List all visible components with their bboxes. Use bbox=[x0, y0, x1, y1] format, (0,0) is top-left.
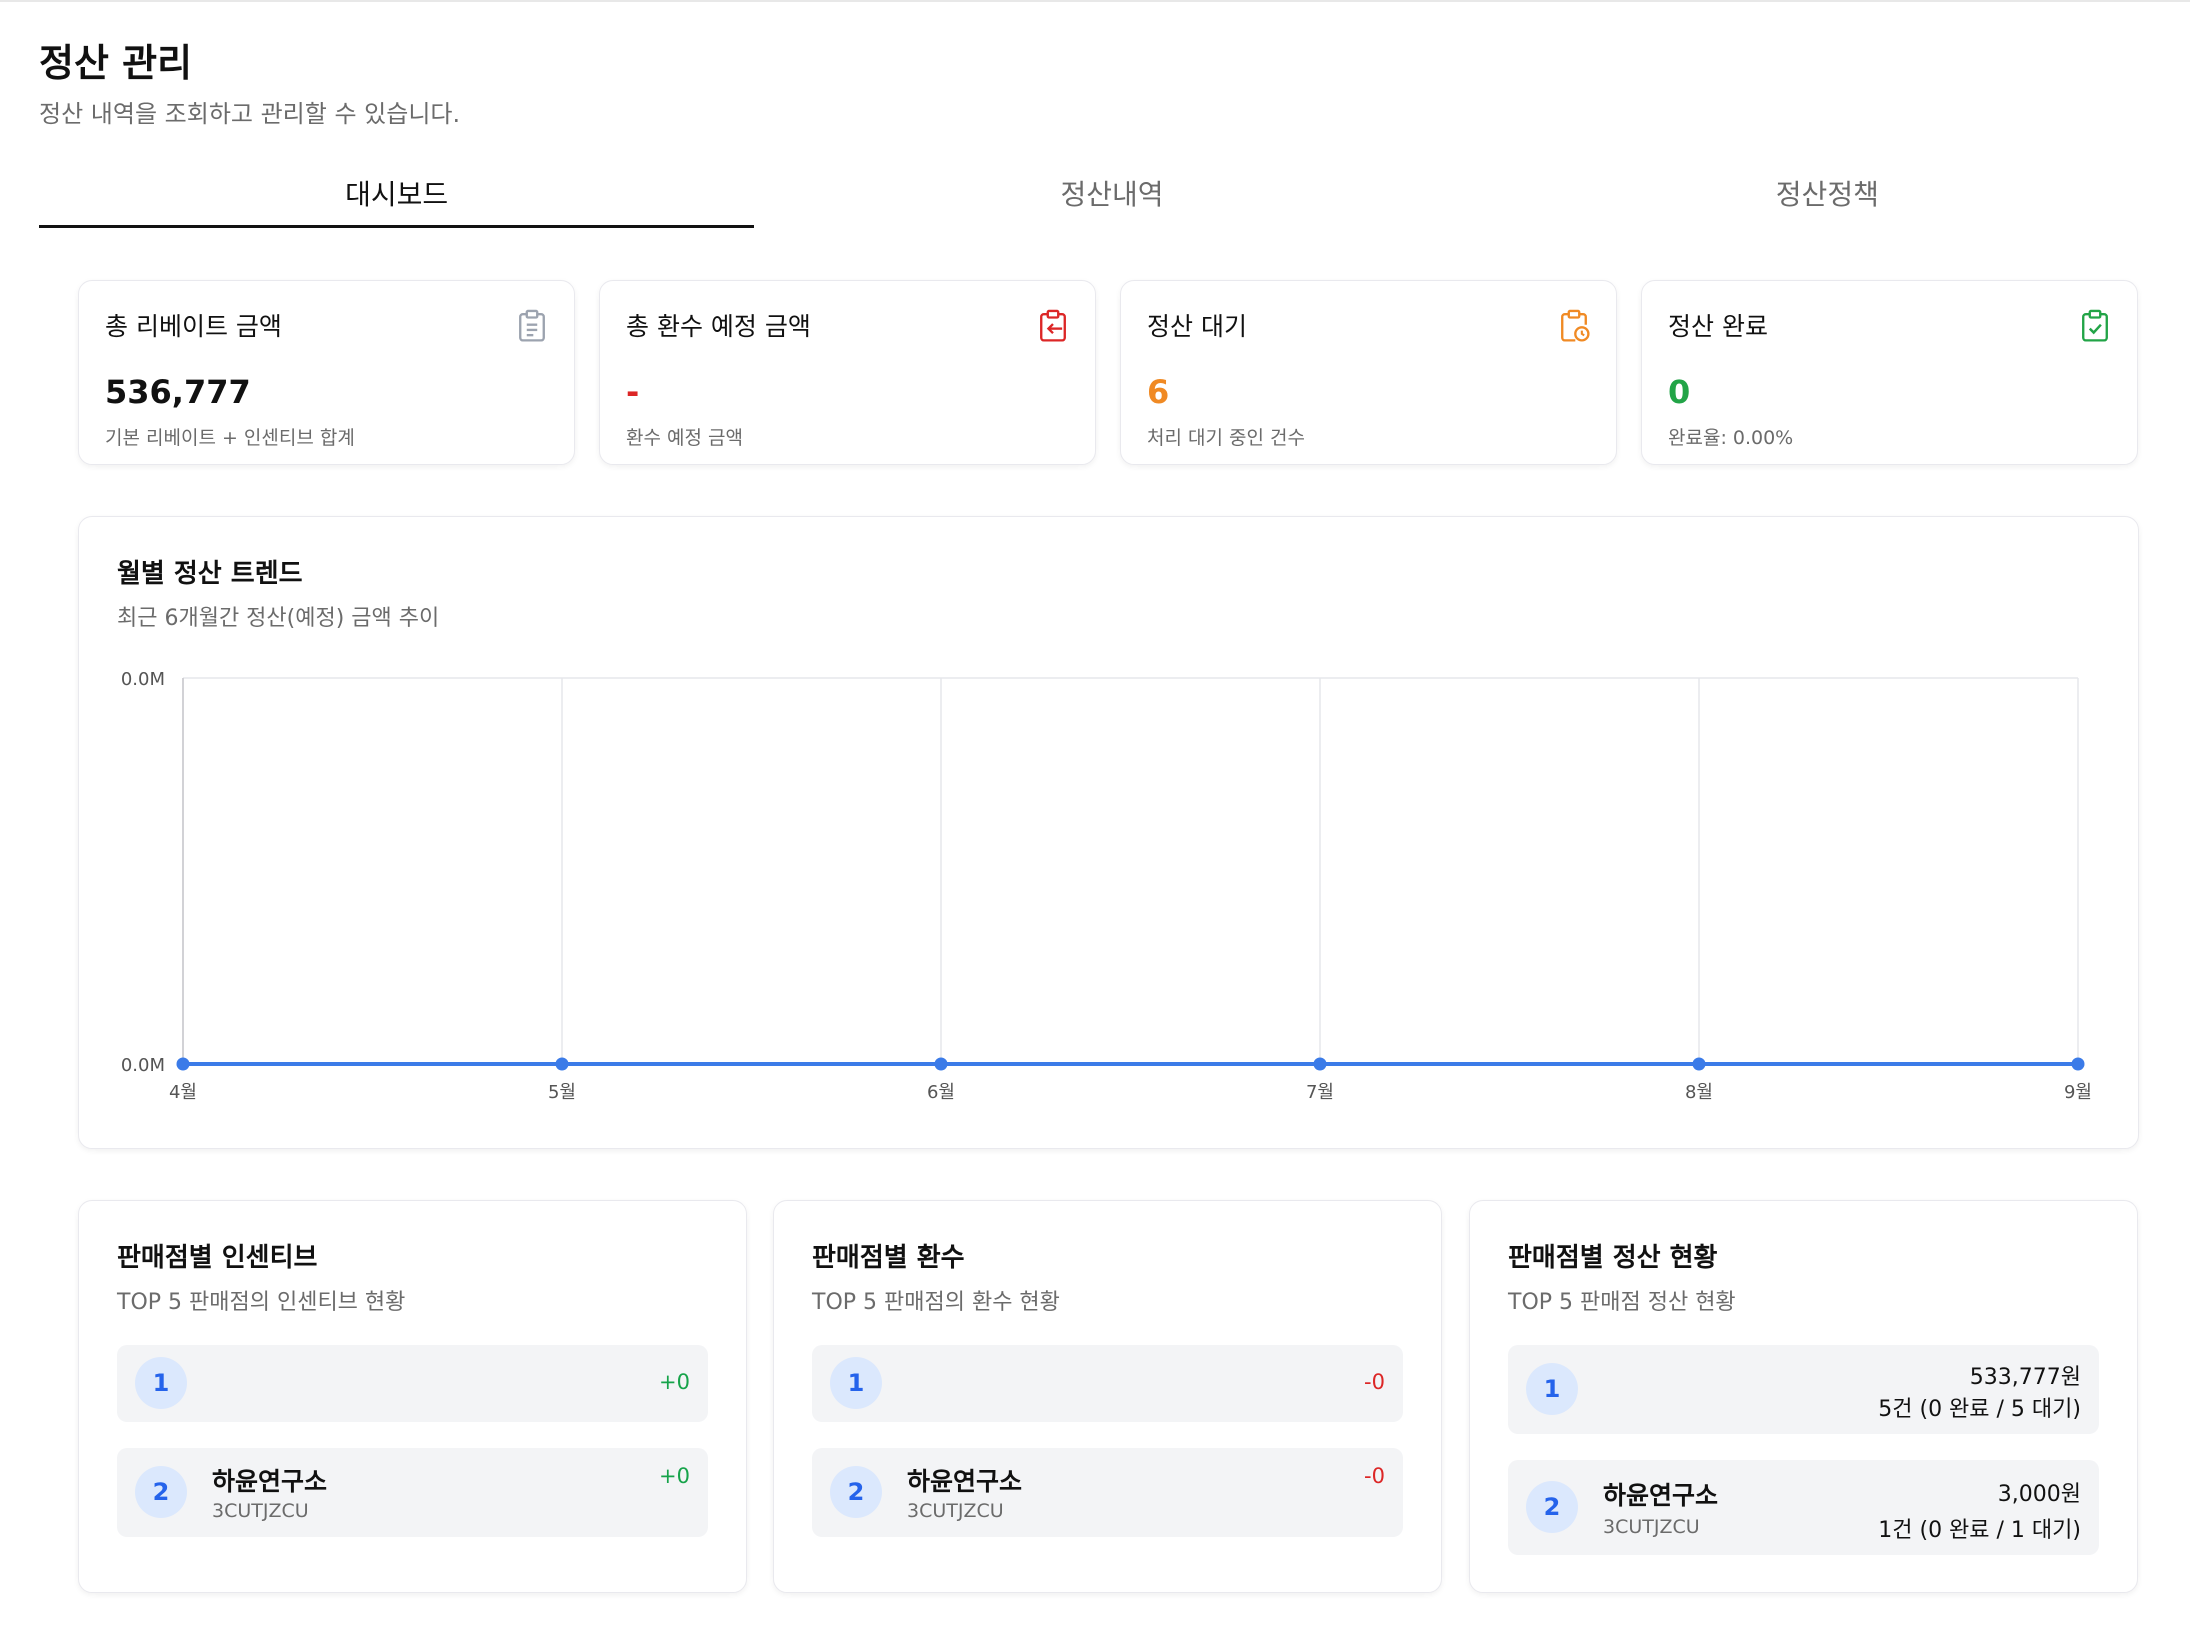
trend-line-chart: 0.0M0.0M4월 5월 6월 7월 8월 9월 bbox=[121, 669, 2092, 1103]
list-item[interactable]: 2 하윤연구소 3CUTJZCU +0 bbox=[117, 1448, 708, 1537]
stat-card-pending: 정산 대기 6 처리 대기 중인 건수 bbox=[1120, 280, 1617, 465]
tab-settlement-policy[interactable]: 정산정책 bbox=[1470, 170, 2185, 228]
data-point bbox=[934, 1057, 948, 1071]
list-item[interactable]: 1 -0 bbox=[812, 1345, 1403, 1422]
store-incentive-panel: 판매점별 인센티브 TOP 5 판매점의 인센티브 현황 1 +0 2 하윤연구… bbox=[78, 1200, 747, 1593]
tab-settlement-history[interactable]: 정산내역 bbox=[754, 170, 1469, 228]
stat-card-total-rebate: 총 리베이트 금액 536,777 기본 리베이트 + 인센티브 합계 bbox=[78, 280, 575, 465]
stat-description: 처리 대기 중인 건수 bbox=[1147, 427, 1305, 449]
rank-badge: 1 bbox=[830, 1357, 882, 1409]
x-tick-label: 4월 bbox=[169, 1082, 197, 1103]
data-point bbox=[1313, 1057, 1327, 1071]
rank-badge: 2 bbox=[135, 1466, 187, 1518]
clipboard-clock-icon bbox=[1561, 309, 1590, 342]
stat-description: 기본 리베이트 + 인센티브 합계 bbox=[105, 427, 355, 449]
data-point bbox=[555, 1057, 569, 1071]
stat-label: 총 리베이트 금액 bbox=[105, 312, 282, 341]
y-tick-label: 0.0M bbox=[121, 669, 165, 690]
list-item[interactable]: 2 하윤연구소 3CUTJZCU 3,000원 1건 (0 완료 / 1 대기) bbox=[1508, 1460, 2099, 1555]
stat-value: 0 bbox=[1668, 373, 1691, 411]
store-name: 하윤연구소 bbox=[1603, 1481, 1719, 1510]
settlement-amount: 3,000원 bbox=[1997, 1482, 2081, 1507]
stat-label: 정산 완료 bbox=[1668, 312, 1768, 341]
page-subtitle: 정산 내역을 조회하고 관리할 수 있습니다. bbox=[39, 100, 461, 128]
data-point bbox=[1692, 1057, 1706, 1071]
stat-card-completed: 정산 완료 0 완료율: 0.00% bbox=[1641, 280, 2138, 465]
x-tick-label: 7월 bbox=[1306, 1082, 1334, 1103]
rank-badge: 2 bbox=[1526, 1481, 1578, 1533]
data-point bbox=[2071, 1057, 2085, 1071]
settlement-amount: 533,777원 bbox=[1969, 1365, 2081, 1390]
tab-bar: 대시보드 정산내역 정산정책 bbox=[39, 170, 2185, 228]
y-tick-label: 0.0M bbox=[121, 1055, 165, 1076]
x-tick-label: 5월 bbox=[548, 1082, 576, 1103]
x-tick-label: 8월 bbox=[1685, 1082, 1713, 1103]
panel-subtitle: TOP 5 판매점의 인센티브 현황 bbox=[117, 1290, 406, 1315]
x-tick-label: 6월 bbox=[927, 1082, 955, 1103]
store-code: 3CUTJZCU bbox=[1603, 1516, 1700, 1538]
panel-subtitle: TOP 5 판매점 정산 현황 bbox=[1508, 1290, 1736, 1315]
clawback-value: -0 bbox=[1364, 1370, 1385, 1394]
incentive-value: +0 bbox=[659, 1370, 690, 1394]
stat-card-total-clawback: 총 환수 예정 금액 - 환수 예정 금액 bbox=[599, 280, 1096, 465]
settlement-detail: 5건 (0 완료 / 5 대기) bbox=[1878, 1397, 2081, 1422]
store-name: 하윤연구소 bbox=[212, 1467, 328, 1496]
stat-value: 536,777 bbox=[105, 373, 251, 411]
store-settlement-panel: 판매점별 정산 현황 TOP 5 판매점 정산 현황 1 533,777원 5건… bbox=[1469, 1200, 2138, 1593]
stat-description: 완료율: 0.00% bbox=[1668, 427, 1794, 449]
stat-value: 6 bbox=[1147, 373, 1170, 411]
clipboard-return-icon bbox=[1040, 309, 1066, 342]
rank-badge: 1 bbox=[135, 1357, 187, 1409]
clipboard-list-icon bbox=[519, 309, 545, 342]
top-border bbox=[0, 0, 2190, 2]
stat-label: 정산 대기 bbox=[1147, 312, 1247, 341]
panel-title: 판매점별 정산 현황 bbox=[1508, 1243, 1718, 1273]
clawback-value: -0 bbox=[1364, 1464, 1385, 1488]
x-tick-label: 9월 bbox=[2064, 1082, 2092, 1103]
panel-subtitle: TOP 5 판매점의 환수 현황 bbox=[812, 1290, 1060, 1315]
store-clawback-panel: 판매점별 환수 TOP 5 판매점의 환수 현황 1 -0 2 하윤연구소 3C… bbox=[773, 1200, 1442, 1593]
store-code: 3CUTJZCU bbox=[212, 1500, 309, 1522]
tab-dashboard[interactable]: 대시보드 bbox=[39, 170, 755, 228]
page-title: 정산 관리 bbox=[39, 41, 193, 85]
settlement-detail: 1건 (0 완료 / 1 대기) bbox=[1878, 1518, 2081, 1543]
panel-title: 판매점별 환수 bbox=[812, 1243, 965, 1273]
rank-badge: 2 bbox=[830, 1466, 882, 1518]
rank-badge: 1 bbox=[1526, 1363, 1578, 1415]
store-name: 하윤연구소 bbox=[907, 1467, 1023, 1496]
data-point bbox=[176, 1057, 190, 1071]
stat-label: 총 환수 예정 금액 bbox=[626, 312, 811, 341]
page-header: 정산 관리 정산 내역을 조회하고 관리할 수 있습니다. bbox=[39, 36, 460, 129]
list-item[interactable]: 1 533,777원 5건 (0 완료 / 5 대기) bbox=[1508, 1345, 2099, 1434]
monthly-trend-card: 월별 정산 트렌드 최근 6개월간 정산(예정) 금액 추이 0.0M 0.0M 4… bbox=[78, 516, 2139, 1149]
stat-description: 환수 예정 금액 bbox=[626, 427, 743, 449]
store-code: 3CUTJZCU bbox=[907, 1500, 1004, 1522]
incentive-value: +0 bbox=[659, 1464, 690, 1488]
clipboard-check-icon bbox=[2082, 309, 2108, 342]
list-item[interactable]: 2 하윤연구소 3CUTJZCU -0 bbox=[812, 1448, 1403, 1537]
stat-value: - bbox=[626, 373, 640, 411]
panel-title: 판매점별 인센티브 bbox=[117, 1243, 318, 1273]
list-item[interactable]: 1 +0 bbox=[117, 1345, 708, 1422]
